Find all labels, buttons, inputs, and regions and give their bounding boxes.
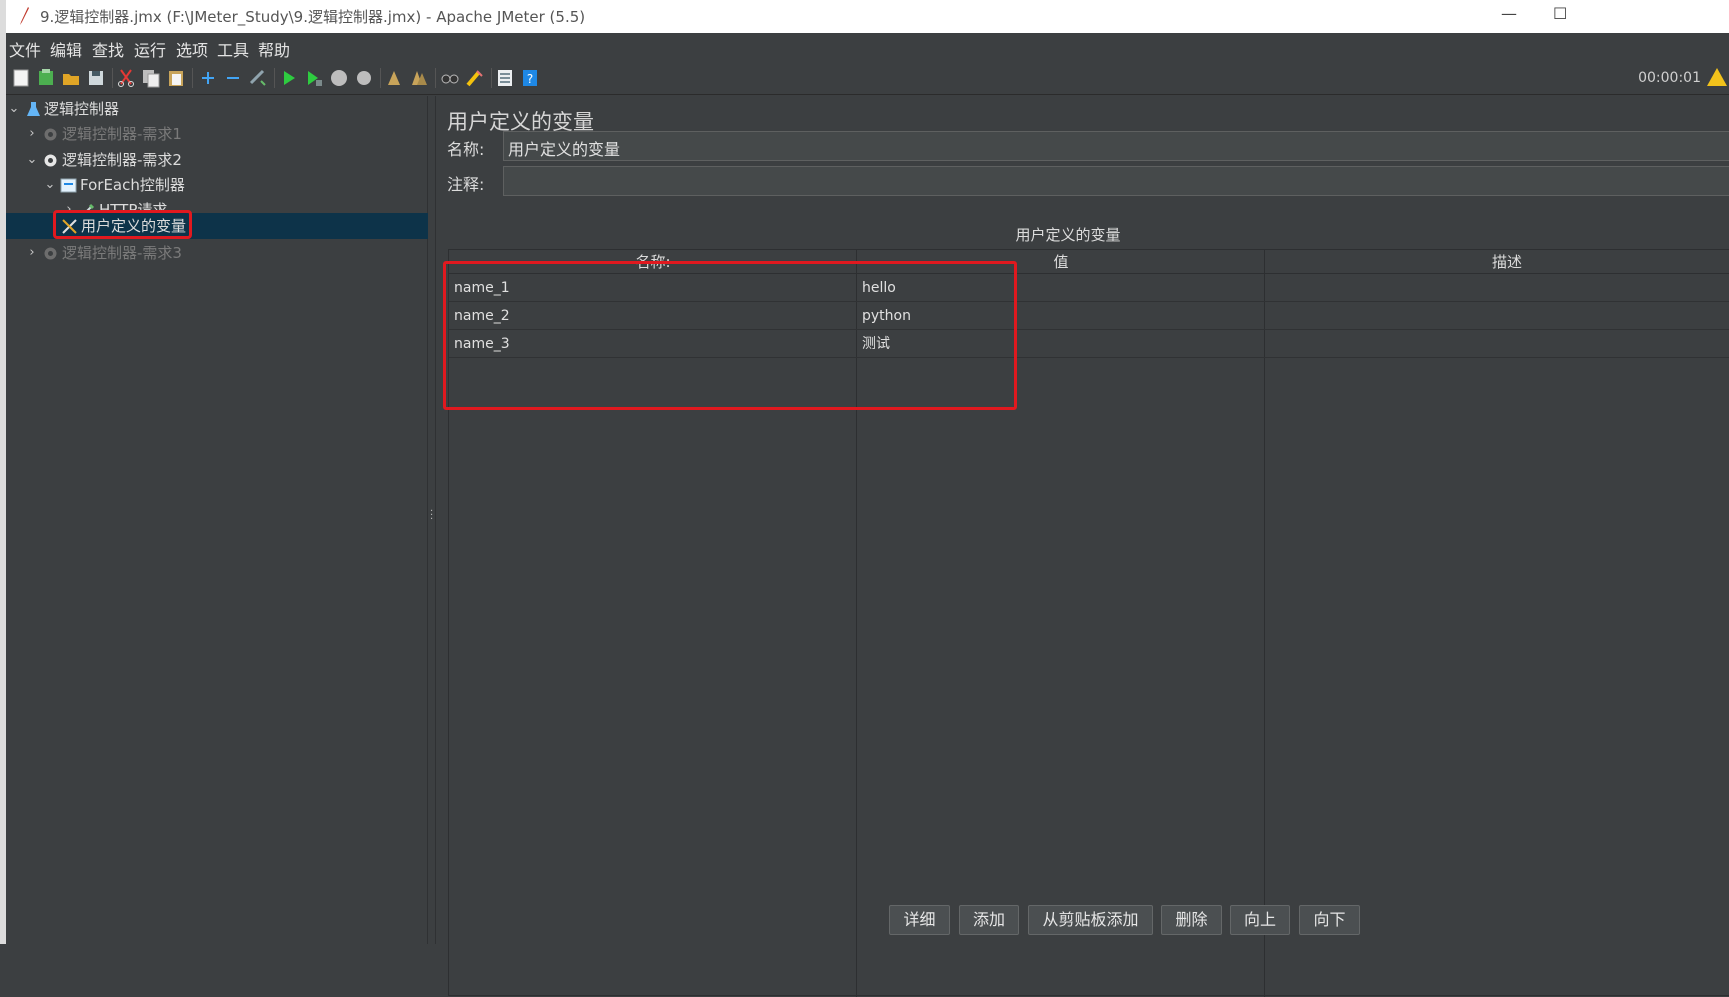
delete-button[interactable]: 删除 bbox=[1161, 905, 1222, 935]
function-helper-icon[interactable] bbox=[495, 68, 515, 88]
svg-text:?: ? bbox=[527, 72, 533, 86]
toolbar: ? 00:00:01 bbox=[6, 61, 1729, 95]
table-caption: 用户定义的变量 bbox=[1015, 226, 1121, 244]
jmeter-feather-icon bbox=[20, 7, 29, 25]
user-vars-panel: 用户定义的变量 名称: 用户定义的变量 注释: 用户定义的变量 名称: 值 描述… bbox=[437, 96, 1729, 997]
gear-icon bbox=[44, 154, 57, 167]
toolbar-separator bbox=[435, 68, 436, 88]
warning-icon[interactable] bbox=[1707, 68, 1727, 86]
start-icon[interactable] bbox=[279, 68, 299, 88]
name-field[interactable]: 用户定义的变量 bbox=[503, 131, 1729, 161]
gear-icon bbox=[44, 128, 57, 141]
cell-description[interactable] bbox=[1265, 330, 1729, 358]
paste-icon[interactable] bbox=[166, 68, 186, 88]
stop-icon[interactable] bbox=[329, 68, 349, 88]
move-down-button[interactable]: 向下 bbox=[1299, 905, 1360, 935]
column-header-description[interactable]: 描述 bbox=[1265, 250, 1729, 274]
tree-node-label: ForEach控制器 bbox=[80, 176, 185, 194]
cell-description[interactable] bbox=[1265, 274, 1729, 302]
window-titlebar: 9.逻辑控制器.jmx (F:\JMeter_Study\9.逻辑控制器.jmx… bbox=[6, 0, 1729, 33]
tree-node-label: 逻辑控制器-需求3 bbox=[62, 244, 182, 262]
tree-node-label: 逻辑控制器-需求2 bbox=[62, 151, 182, 169]
menu-help[interactable]: 帮助 bbox=[258, 37, 290, 61]
column-divider bbox=[1264, 250, 1265, 997]
tree-node-req3[interactable]: › 逻辑控制器-需求3 bbox=[6, 240, 428, 266]
reset-search-icon[interactable] bbox=[465, 68, 485, 88]
toolbar-separator bbox=[274, 68, 275, 88]
maximize-button[interactable]: ☐ bbox=[1553, 4, 1567, 23]
gear-icon bbox=[44, 247, 57, 260]
menu-bar: 文件 编辑 查找 运行 选项 工具 帮助 bbox=[6, 33, 1729, 61]
copy-icon[interactable] bbox=[141, 68, 161, 88]
elapsed-timer: 00:00:01 bbox=[1638, 70, 1701, 86]
selection-highlight-box bbox=[53, 210, 192, 239]
clear-all-icon[interactable] bbox=[409, 68, 429, 88]
test-plan-flask-icon bbox=[27, 102, 40, 116]
move-up-button[interactable]: 向上 bbox=[1230, 905, 1290, 935]
detail-button[interactable]: 详细 bbox=[889, 905, 950, 935]
menu-edit[interactable]: 编辑 bbox=[50, 37, 82, 61]
tree-node-req1[interactable]: › 逻辑控制器-需求1 bbox=[6, 121, 428, 147]
search-icon[interactable] bbox=[440, 68, 460, 88]
chevron-down-icon[interactable]: ⌄ bbox=[44, 172, 56, 198]
menu-search[interactable]: 查找 bbox=[92, 37, 124, 61]
menu-run[interactable]: 运行 bbox=[134, 37, 166, 61]
cut-icon[interactable] bbox=[116, 68, 136, 88]
start-no-pause-icon[interactable] bbox=[304, 68, 324, 88]
tree-node-root[interactable]: ⌄ 逻辑控制器 bbox=[6, 96, 428, 122]
comment-label: 注释: bbox=[447, 175, 485, 194]
menu-options[interactable]: 选项 bbox=[176, 37, 208, 61]
new-icon[interactable] bbox=[11, 68, 31, 88]
save-icon[interactable] bbox=[86, 68, 106, 88]
chevron-down-icon[interactable]: ⌄ bbox=[8, 96, 20, 122]
chevron-right-icon[interactable]: › bbox=[26, 240, 38, 266]
shutdown-icon[interactable] bbox=[354, 68, 374, 88]
expand-icon[interactable] bbox=[198, 68, 218, 88]
name-label: 名称: bbox=[447, 140, 485, 159]
cell-description[interactable] bbox=[1265, 302, 1729, 330]
toolbar-separator bbox=[380, 68, 381, 88]
chevron-down-icon[interactable]: ⌄ bbox=[26, 147, 38, 173]
window-title: 9.逻辑控制器.jmx (F:\JMeter_Study\9.逻辑控制器.jmx… bbox=[40, 8, 586, 26]
comment-field[interactable] bbox=[503, 166, 1729, 196]
help-icon[interactable]: ? bbox=[520, 68, 540, 88]
chevron-right-icon[interactable]: › bbox=[26, 121, 38, 147]
test-plan-tree: ⌄ 逻辑控制器 › 逻辑控制器-需求1 ⌄ 逻辑控制器-需求2 ⌄ ForEac… bbox=[6, 96, 428, 944]
tree-node-req2[interactable]: ⌄ 逻辑控制器-需求2 bbox=[6, 147, 428, 173]
toggle-icon[interactable] bbox=[248, 68, 268, 88]
tree-node-label: 逻辑控制器-需求1 bbox=[62, 125, 182, 143]
table-button-bar: 详细 添加 从剪贴板添加 删除 向上 向下 bbox=[0, 905, 1729, 937]
clear-icon[interactable] bbox=[384, 68, 404, 88]
menu-file[interactable]: 文件 bbox=[9, 37, 41, 61]
toolbar-separator bbox=[112, 68, 113, 88]
toolbar-separator bbox=[192, 68, 193, 88]
splitter-handle-icon[interactable]: · · · bbox=[430, 507, 433, 525]
panel-splitter[interactable]: · · · bbox=[428, 96, 436, 944]
toolbar-separator bbox=[491, 68, 492, 88]
foreach-controller-icon bbox=[60, 178, 77, 193]
collapse-icon[interactable] bbox=[223, 68, 243, 88]
annotation-highlight-box bbox=[443, 261, 1017, 410]
menu-tools[interactable]: 工具 bbox=[217, 37, 249, 61]
add-button[interactable]: 添加 bbox=[959, 905, 1019, 935]
minimize-button[interactable]: — bbox=[1501, 4, 1517, 23]
tree-node-label: 逻辑控制器 bbox=[44, 100, 120, 118]
tree-node-foreach[interactable]: ⌄ ForEach控制器 bbox=[6, 172, 428, 198]
add-from-clipboard-button[interactable]: 从剪贴板添加 bbox=[1028, 905, 1153, 935]
templates-icon[interactable] bbox=[36, 68, 56, 88]
open-icon[interactable] bbox=[61, 68, 81, 88]
